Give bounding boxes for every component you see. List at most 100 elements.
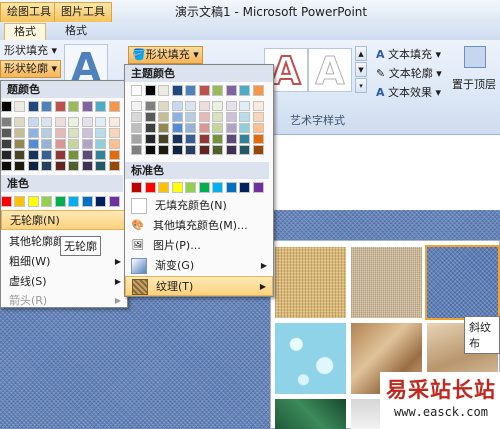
color-swatch[interactable] <box>95 128 106 138</box>
color-swatch[interactable] <box>185 123 196 133</box>
color-swatch[interactable] <box>144 123 156 133</box>
picture-tools-context-tab[interactable]: 图片工具 <box>54 2 112 22</box>
color-swatch[interactable] <box>14 128 25 138</box>
color-swatch[interactable] <box>81 128 93 138</box>
color-swatch[interactable] <box>198 134 210 144</box>
color-swatch[interactable] <box>158 145 169 155</box>
color-swatch[interactable] <box>95 150 106 160</box>
color-swatch[interactable] <box>54 101 66 112</box>
color-swatch[interactable] <box>27 101 39 112</box>
color-swatch[interactable] <box>81 161 93 171</box>
texture-denim[interactable] <box>425 245 500 320</box>
color-swatch[interactable] <box>198 182 210 193</box>
color-swatch[interactable] <box>0 150 12 160</box>
color-swatch[interactable] <box>108 101 120 112</box>
shape-outline-button[interactable]: 形状轮廓 ▾ <box>0 60 62 78</box>
color-swatch[interactable] <box>239 123 250 133</box>
color-swatch[interactable] <box>171 112 183 122</box>
color-swatch[interactable] <box>185 145 196 155</box>
color-swatch[interactable] <box>158 123 169 133</box>
color-swatch[interactable] <box>225 145 237 155</box>
color-swatch[interactable] <box>54 196 66 207</box>
text-fill-button[interactable]: A 文本填充 ▾ <box>372 46 445 64</box>
gallery-scroll-up-icon[interactable]: ▲ <box>355 46 367 61</box>
fill-menu-item[interactable]: 纹理(T) ▶ <box>125 276 273 296</box>
color-swatch[interactable] <box>27 150 39 160</box>
color-swatch[interactable] <box>41 150 52 160</box>
color-swatch[interactable] <box>14 139 25 149</box>
color-swatch[interactable] <box>158 85 169 96</box>
color-swatch[interactable] <box>14 161 25 171</box>
color-swatch[interactable] <box>54 128 66 138</box>
outline-dashes-item[interactable]: 虚线(S) ▶ <box>1 272 127 292</box>
color-swatch[interactable] <box>144 101 156 111</box>
color-swatch[interactable] <box>252 145 264 155</box>
color-swatch[interactable] <box>41 117 52 127</box>
color-swatch[interactable] <box>108 117 120 127</box>
color-swatch[interactable] <box>14 150 25 160</box>
color-swatch[interactable] <box>171 145 183 155</box>
color-swatch[interactable] <box>108 161 120 171</box>
color-swatch[interactable] <box>27 196 39 207</box>
color-swatch[interactable] <box>225 85 237 96</box>
color-swatch[interactable] <box>171 101 183 111</box>
color-swatch[interactable] <box>0 117 12 127</box>
color-swatch[interactable] <box>95 139 106 149</box>
color-swatch[interactable] <box>68 161 79 171</box>
color-swatch[interactable] <box>171 123 183 133</box>
color-swatch[interactable] <box>27 128 39 138</box>
color-swatch[interactable] <box>81 101 93 112</box>
color-swatch[interactable] <box>0 161 12 171</box>
color-swatch[interactable] <box>144 182 156 193</box>
color-swatch[interactable] <box>239 85 250 96</box>
color-swatch[interactable] <box>225 101 237 111</box>
color-swatch[interactable] <box>212 112 223 122</box>
color-swatch[interactable] <box>171 134 183 144</box>
color-swatch[interactable] <box>68 117 79 127</box>
color-swatch[interactable] <box>68 139 79 149</box>
fill-menu-item[interactable]: 渐变(G) ▶ <box>125 256 273 276</box>
color-swatch[interactable] <box>41 139 52 149</box>
wordart-style-silver[interactable]: A <box>308 48 352 94</box>
color-swatch[interactable] <box>171 85 183 96</box>
color-swatch[interactable] <box>198 123 210 133</box>
color-swatch[interactable] <box>225 182 237 193</box>
color-swatch[interactable] <box>68 196 79 207</box>
tab-format-drawing[interactable]: 格式 <box>4 23 46 40</box>
color-swatch[interactable] <box>144 134 156 144</box>
color-swatch[interactable] <box>0 196 12 207</box>
color-swatch[interactable] <box>131 145 142 155</box>
color-swatch[interactable] <box>54 139 66 149</box>
color-swatch[interactable] <box>239 182 250 193</box>
fill-menu-item[interactable]: 🎨 其他填充颜色(M)... <box>125 216 273 236</box>
color-swatch[interactable] <box>131 85 142 96</box>
color-swatch[interactable] <box>108 196 120 207</box>
color-swatch[interactable] <box>185 182 196 193</box>
color-swatch[interactable] <box>198 145 210 155</box>
color-swatch[interactable] <box>158 182 169 193</box>
color-swatch[interactable] <box>212 182 223 193</box>
color-swatch[interactable] <box>131 123 142 133</box>
color-swatch[interactable] <box>27 117 39 127</box>
color-swatch[interactable] <box>14 101 25 112</box>
color-swatch[interactable] <box>81 196 93 207</box>
color-swatch[interactable] <box>108 139 120 149</box>
color-swatch[interactable] <box>41 128 52 138</box>
color-swatch[interactable] <box>225 134 237 144</box>
color-swatch[interactable] <box>171 182 183 193</box>
color-swatch[interactable] <box>81 150 93 160</box>
no-outline-item[interactable]: 无轮廓(N) <box>1 210 127 230</box>
color-swatch[interactable] <box>41 196 52 207</box>
texture-papyrus[interactable] <box>275 247 346 318</box>
color-swatch[interactable] <box>185 112 196 122</box>
color-swatch[interactable] <box>185 101 196 111</box>
color-swatch[interactable] <box>27 139 39 149</box>
shape-fill-button[interactable]: 🪣形状填充 ▾ <box>128 46 203 64</box>
color-swatch[interactable] <box>252 123 264 133</box>
color-swatch[interactable] <box>68 150 79 160</box>
texture-water-droplets[interactable] <box>275 323 346 394</box>
color-swatch[interactable] <box>0 128 12 138</box>
color-swatch[interactable] <box>54 117 66 127</box>
text-effects-button[interactable]: A 文本效果 ▾ <box>372 84 445 102</box>
color-swatch[interactable] <box>95 161 106 171</box>
